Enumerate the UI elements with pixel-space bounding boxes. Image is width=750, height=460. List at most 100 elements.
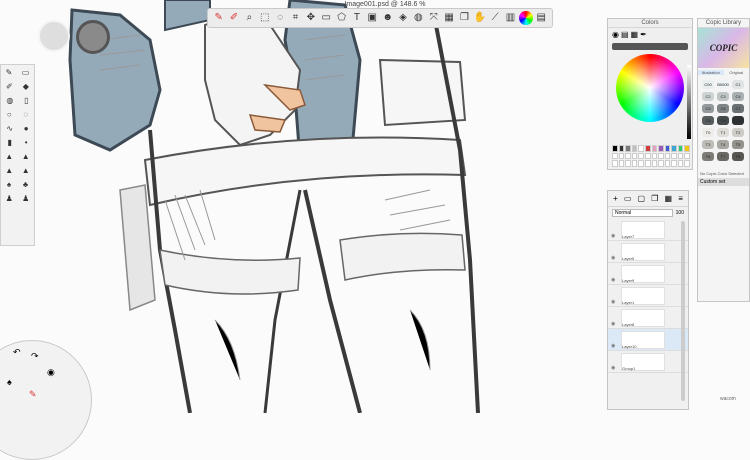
paint-icon[interactable]: ▲ (22, 166, 30, 175)
color-swatch[interactable] (625, 152, 631, 160)
round-brush-icon[interactable]: ○ (7, 110, 12, 119)
symmetry-icon[interactable]: ☻ (381, 11, 394, 25)
zoom-icon[interactable]: ⌕ (243, 11, 256, 25)
pen-icon[interactable]: ▲ (5, 152, 13, 161)
color-swatch[interactable] (658, 152, 664, 160)
copic-color-chip[interactable]: T2 (732, 128, 744, 137)
color-swatch[interactable] (671, 145, 677, 152)
layer-menu-icon[interactable]: ≡ (678, 194, 683, 203)
hand-icon[interactable]: ✋ (473, 11, 486, 25)
color-swatch[interactable] (644, 145, 651, 152)
color-wheel-mode-icon[interactable]: ◉ (612, 30, 619, 39)
color-swatch[interactable] (644, 152, 651, 160)
copic-color-chip[interactable]: C10 (732, 116, 744, 125)
brush-size-puck[interactable] (38, 20, 70, 52)
add-group-icon[interactable]: ▭ (624, 194, 632, 203)
copic-color-chip[interactable]: T0 (702, 128, 714, 137)
smudge-icon[interactable]: ∿ (6, 124, 13, 133)
color-wheel-icon[interactable] (519, 11, 533, 25)
color-swatch[interactable] (638, 160, 644, 167)
blur-icon[interactable]: ● (24, 124, 29, 133)
copic-set-label[interactable]: Custom set (698, 178, 749, 186)
grid-icon[interactable]: ▤ (535, 11, 548, 25)
layer-row[interactable]: ◉ Group1 (608, 351, 688, 373)
ink-icon[interactable]: ◆ (23, 82, 29, 91)
dot-icon[interactable]: • (25, 138, 28, 147)
color-swatch[interactable] (677, 160, 684, 167)
flipbook-icon[interactable]: ◈ (396, 11, 409, 25)
layers-icon[interactable]: ❐ (458, 11, 471, 25)
select-icon[interactable]: ⬚ (258, 11, 271, 25)
add-layer-icon[interactable]: + (613, 194, 618, 203)
copic-color-chip[interactable]: C4 (732, 92, 744, 101)
fill-icon[interactable]: ◍ (412, 11, 425, 25)
copic-color-chip[interactable]: C7 (732, 104, 744, 113)
color-swatch[interactable] (631, 152, 638, 160)
color-swatch[interactable] (671, 152, 677, 160)
layer-row[interactable]: ◉ Layer10 (608, 329, 688, 351)
color-swatch[interactable] (684, 160, 690, 167)
color-swatch[interactable] (618, 145, 625, 152)
copic-color-chip[interactable]: C5 (702, 104, 714, 113)
color-sliders-icon[interactable]: ▤ (621, 30, 629, 39)
copic-color-chip[interactable]: T6 (702, 152, 714, 161)
color-swatch[interactable] (651, 152, 658, 160)
copic-color-chip[interactable]: C3 (717, 92, 729, 101)
texture-icon[interactable]: ♣ (23, 180, 28, 189)
lasso-icon[interactable]: ◌ (273, 11, 286, 25)
copic-color-chip[interactable]: T1 (717, 128, 729, 137)
copic-color-chip[interactable]: C2 (702, 92, 714, 101)
color-swatch[interactable] (651, 145, 658, 152)
color-swatch[interactable] (612, 145, 618, 152)
color-swatch[interactable] (677, 145, 684, 152)
copic-icon[interactable]: ▥ (504, 11, 517, 25)
color-swatch[interactable] (644, 160, 651, 167)
brush-icon[interactable]: ✎ (29, 389, 37, 400)
brush-opacity-puck[interactable] (76, 20, 110, 54)
color-swatch[interactable] (664, 145, 671, 152)
color-swatch[interactable] (658, 160, 664, 167)
color-swatch[interactable] (684, 145, 690, 152)
color-swatch[interactable] (684, 152, 690, 160)
pencil-icon[interactable]: ✐ (6, 82, 13, 91)
distort-icon[interactable]: ⤧ (427, 11, 440, 25)
color-swatch[interactable] (618, 160, 625, 167)
copic-color-chip[interactable]: T7 (717, 152, 729, 161)
color-swatch[interactable] (638, 152, 644, 160)
tab-illustration[interactable]: Illustration (698, 69, 724, 75)
ruler-icon[interactable]: ▦ (442, 11, 455, 25)
color-swatch[interactable] (671, 160, 677, 167)
perspective-icon[interactable]: ⬠ (335, 11, 348, 25)
eraser-icon[interactable]: ▯ (24, 96, 28, 105)
color-picker-icon[interactable]: ✒ (640, 30, 647, 39)
visibility-eye-icon[interactable]: ◉ (611, 299, 619, 305)
stroke-icon[interactable]: ♟ (22, 194, 29, 203)
airbrush-icon[interactable]: ◍ (6, 96, 13, 105)
brush-tool-icon[interactable]: ✎ (6, 68, 13, 77)
color-swatch[interactable] (631, 145, 638, 152)
copic-color-chip[interactable]: B0000 (717, 80, 729, 89)
color-swatch[interactable] (612, 160, 618, 167)
copic-color-chip[interactable]: C9 (717, 116, 729, 125)
color-swatch[interactable] (664, 152, 671, 160)
layers-scrollbar[interactable] (681, 221, 685, 401)
copic-color-chip[interactable]: C00 (702, 80, 714, 89)
visibility-eye-icon[interactable]: ◉ (611, 321, 619, 327)
color-swatch[interactable] (638, 145, 644, 152)
add-image-icon[interactable]: ▢ (638, 194, 646, 203)
text-icon[interactable]: T (350, 11, 363, 25)
visibility-eye-icon[interactable]: ◉ (611, 255, 619, 261)
copic-color-chip[interactable]: C1 (732, 80, 744, 89)
color-swatch[interactable] (612, 152, 618, 160)
color-swatch[interactable] (618, 152, 625, 160)
layer-row[interactable]: ◉ Layer7 (608, 219, 688, 241)
copic-color-chip[interactable]: C6 (717, 104, 729, 113)
felt-icon[interactable]: ▲ (5, 166, 13, 175)
color-swatch[interactable] (625, 160, 631, 167)
opacity-value[interactable]: 100 (676, 210, 684, 216)
shape-icon[interactable]: ▭ (320, 11, 333, 25)
crop-icon[interactable]: ⌗ (289, 11, 302, 25)
palette-menu-icon[interactable]: ▭ (22, 68, 30, 77)
tab-original[interactable]: Original (724, 70, 750, 75)
color-swatch[interactable] (677, 152, 684, 160)
